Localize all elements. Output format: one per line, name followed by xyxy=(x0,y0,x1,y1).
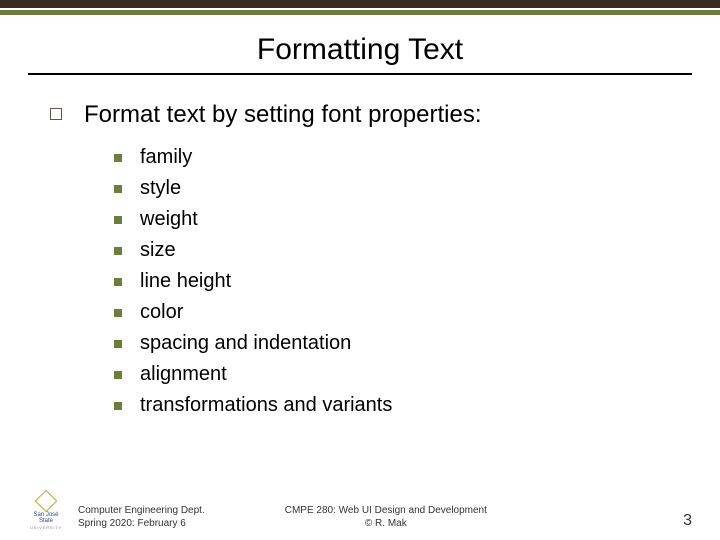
list-item: spacing and indentation xyxy=(114,332,670,355)
square-bullet-icon xyxy=(114,402,122,410)
list-item: color xyxy=(114,301,670,324)
footer-dept-line1: Computer Engineering Dept. xyxy=(78,504,205,517)
list-item-label: family xyxy=(140,146,192,169)
list-item-label: spacing and indentation xyxy=(140,332,351,355)
footer-course: CMPE 280: Web UI Design and Development … xyxy=(285,504,487,530)
square-bullet-icon xyxy=(114,216,122,224)
logo-subtext: UNIVERSITY xyxy=(30,525,62,530)
slide-content: Format text by setting font properties: … xyxy=(0,99,720,417)
sub-bullet-list: family style weight size line height col… xyxy=(114,146,670,417)
bullet-level1-text: Format text by setting font properties: xyxy=(84,99,482,130)
slide-title: Formatting Text xyxy=(0,33,720,67)
list-item-label: line height xyxy=(140,270,231,293)
square-bullet-icon xyxy=(114,278,122,286)
list-item-label: style xyxy=(140,177,181,200)
list-item-label: weight xyxy=(140,208,198,231)
top-green-bar xyxy=(0,10,720,15)
list-item: family xyxy=(114,146,670,169)
university-logo: San José State UNIVERSITY xyxy=(28,493,64,530)
list-item: line height xyxy=(114,270,670,293)
list-item-label: size xyxy=(140,239,176,262)
list-item-label: transformations and variants xyxy=(140,394,392,417)
square-bullet-icon xyxy=(114,185,122,193)
list-item: weight xyxy=(114,208,670,231)
logo-text: San José State xyxy=(28,512,64,525)
footer-dept: Computer Engineering Dept. Spring 2020: … xyxy=(78,504,205,530)
top-brown-bar xyxy=(0,0,720,8)
slide-footer: San José State UNIVERSITY Computer Engin… xyxy=(0,493,720,530)
list-item: style xyxy=(114,177,670,200)
title-underline xyxy=(28,73,692,75)
list-item: alignment xyxy=(114,363,670,386)
square-bullet-icon xyxy=(114,154,122,162)
square-bullet-icon xyxy=(114,371,122,379)
list-item-label: color xyxy=(140,301,183,324)
list-item: transformations and variants xyxy=(114,394,670,417)
square-bullet-icon xyxy=(114,309,122,317)
list-item-label: alignment xyxy=(140,363,227,386)
footer-course-line2: © R. Mak xyxy=(285,517,487,530)
square-outline-bullet-icon xyxy=(50,108,62,120)
square-bullet-icon xyxy=(114,247,122,255)
list-item: size xyxy=(114,239,670,262)
square-bullet-icon xyxy=(114,340,122,348)
bullet-level1: Format text by setting font properties: xyxy=(50,99,670,130)
logo-diamond-icon xyxy=(35,489,58,512)
footer-course-line1: CMPE 280: Web UI Design and Development xyxy=(285,504,487,517)
footer-dept-line2: Spring 2020: February 6 xyxy=(78,517,205,530)
page-number: 3 xyxy=(683,512,692,530)
